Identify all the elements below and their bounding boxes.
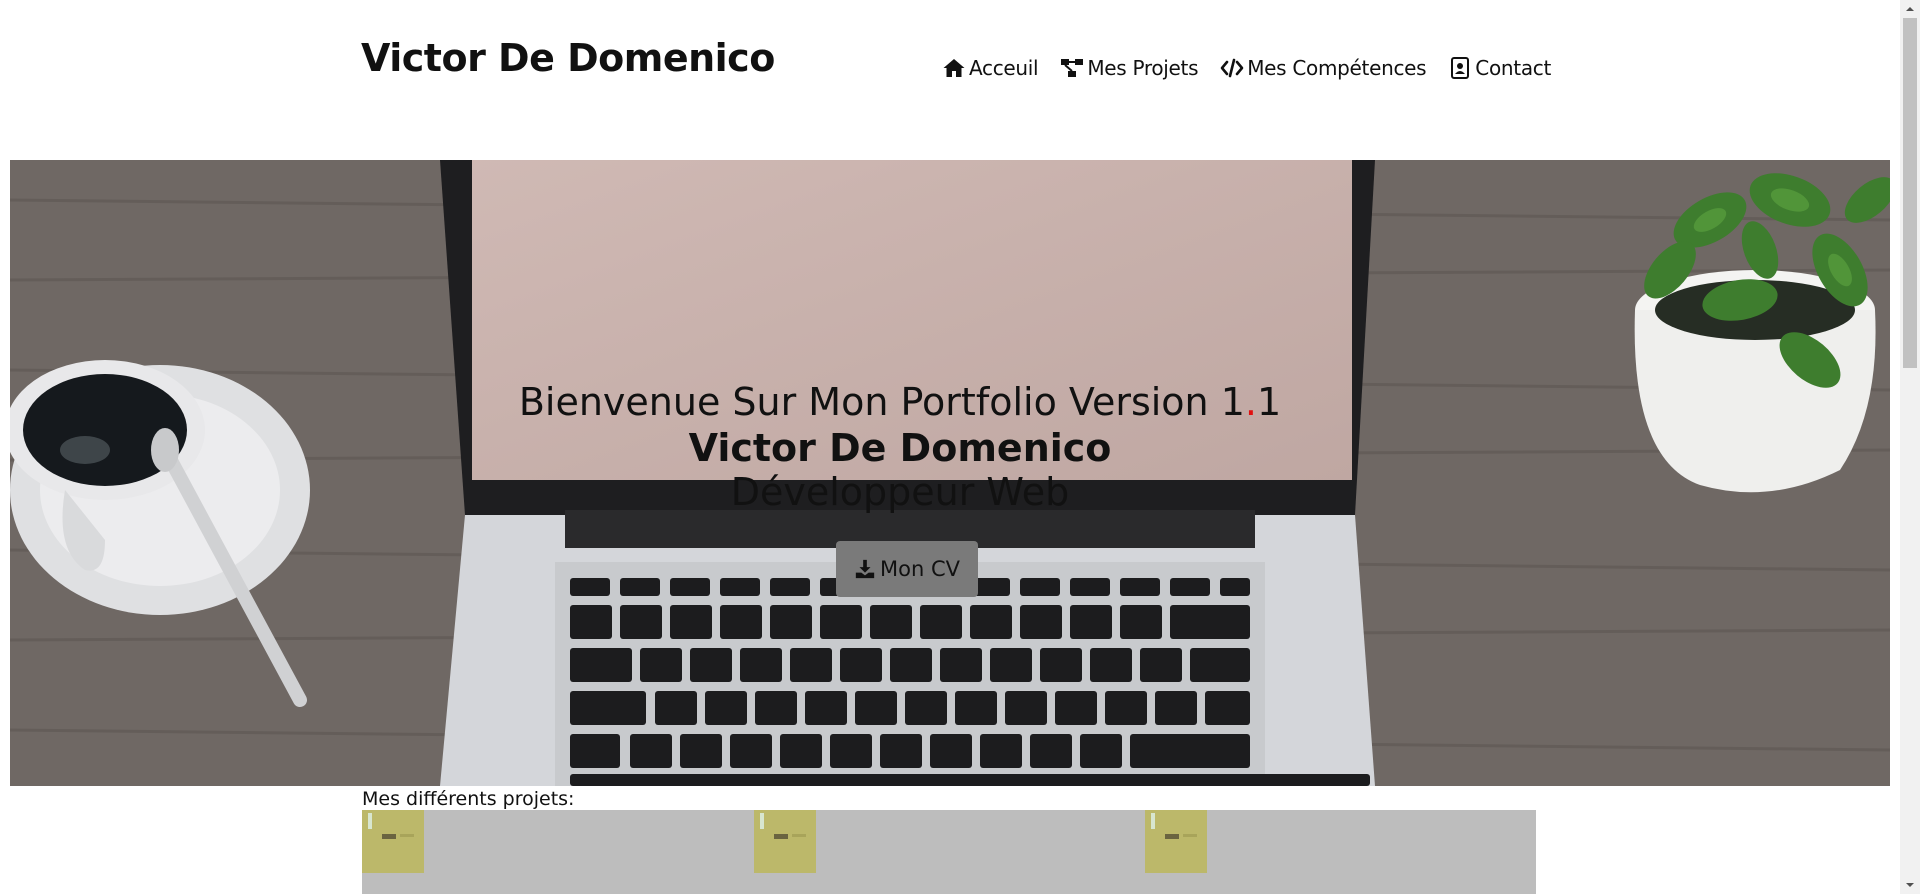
projects-section-title: Mes différents projets: xyxy=(362,788,575,810)
download-icon xyxy=(855,559,875,579)
cv-button-label: Mon CV xyxy=(880,557,960,581)
project-thumb[interactable] xyxy=(754,810,816,873)
hero-welcome-text: Bienvenue Sur Mon Portfolio Version 1 xyxy=(518,380,1245,424)
nav-item-mes-projets[interactable]: Mes Projets xyxy=(1060,56,1199,80)
hero-name: Victor De Domenico xyxy=(688,426,1112,470)
nav-label: Mes Compétences xyxy=(1247,56,1427,80)
nav-label: Acceuil xyxy=(969,56,1039,80)
project-thumb[interactable] xyxy=(362,810,424,873)
nav-item-acceuil[interactable]: Acceuil xyxy=(942,56,1039,80)
hero-version-minor: 1 xyxy=(1257,380,1282,424)
project-diagram-icon xyxy=(1061,59,1084,77)
hero-role: Développeur Web xyxy=(730,470,1070,514)
scroll-up-icon[interactable] xyxy=(1905,4,1915,14)
nav-item-mes-competences[interactable]: Mes Compétences xyxy=(1220,56,1427,80)
site-brand[interactable]: Victor De Domenico xyxy=(361,36,775,80)
project-thumb[interactable] xyxy=(1145,810,1207,873)
scroll-down-icon[interactable] xyxy=(1905,880,1915,890)
home-icon xyxy=(943,59,965,77)
nav-label: Mes Projets xyxy=(1087,56,1199,80)
address-card-icon xyxy=(1451,57,1470,79)
hero-version-dot: . xyxy=(1244,380,1257,424)
projects-grid xyxy=(362,810,1536,894)
hero-welcome-line: Bienvenue Sur Mon Portfolio Version 1.1 xyxy=(10,380,1790,424)
code-icon xyxy=(1220,58,1244,78)
nav-label: Contact xyxy=(1475,56,1552,80)
download-cv-button[interactable]: Mon CV xyxy=(836,541,978,597)
nav-item-contact[interactable]: Contact xyxy=(1448,56,1551,80)
scrollbar-thumb[interactable] xyxy=(1903,18,1917,368)
vertical-scrollbar[interactable] xyxy=(1900,0,1920,894)
main-nav: Acceuil Mes Projets Mes Compétences Cont… xyxy=(942,56,1551,80)
hero-banner: Bienvenue Sur Mon Portfolio Version 1.1 … xyxy=(10,160,1890,786)
